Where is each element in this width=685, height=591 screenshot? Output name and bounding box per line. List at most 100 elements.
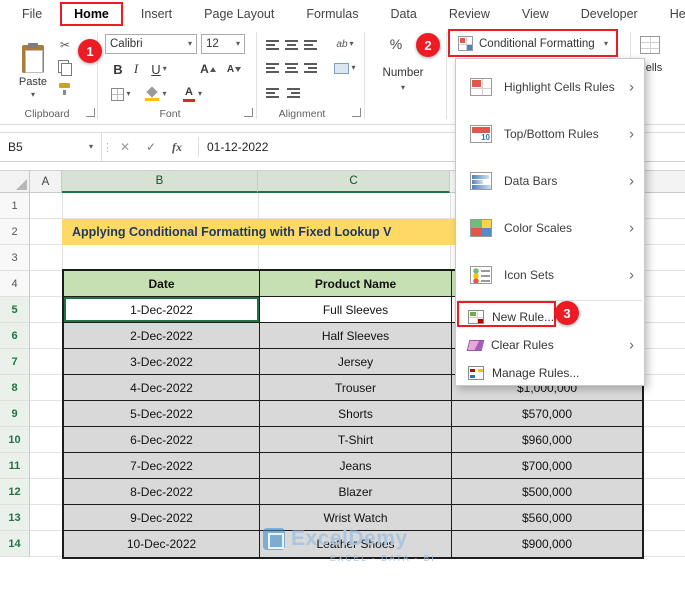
tab-view[interactable]: View bbox=[508, 2, 563, 26]
cell-product[interactable]: Blazer bbox=[260, 479, 452, 505]
cell-product[interactable]: Jersey bbox=[260, 349, 452, 375]
cell-date[interactable]: 10-Dec-2022 bbox=[64, 531, 260, 557]
tab-home[interactable]: Home bbox=[60, 1, 123, 26]
cell-date[interactable]: 8-Dec-2022 bbox=[64, 479, 260, 505]
cell-date[interactable]: 7-Dec-2022 bbox=[64, 453, 260, 479]
cell-product[interactable]: Half Sleeves bbox=[260, 323, 452, 349]
cell-date[interactable]: 5-Dec-2022 bbox=[64, 401, 260, 427]
orientation-button[interactable]: ab ▾ bbox=[334, 35, 356, 53]
underline-button[interactable]: U ▾ bbox=[146, 59, 172, 79]
row-header-12[interactable]: 12 bbox=[0, 479, 29, 505]
tab-file[interactable]: File bbox=[8, 2, 56, 26]
borders-button[interactable]: ▾ bbox=[108, 85, 134, 103]
fill-color-button[interactable]: ▾ bbox=[142, 85, 170, 103]
cell-product[interactable]: T-Shirt bbox=[260, 427, 452, 453]
row-header-5[interactable]: 5 bbox=[0, 297, 29, 323]
clipboard-dialog-launcher-icon[interactable] bbox=[86, 108, 95, 117]
row-header-2[interactable]: 2 bbox=[0, 219, 29, 245]
header-date[interactable]: Date bbox=[64, 271, 260, 297]
percent-style-button[interactable]: % bbox=[384, 34, 408, 54]
cell-product[interactable]: Trouser bbox=[260, 375, 452, 401]
copy-button[interactable] bbox=[56, 59, 74, 76]
align-middle-button[interactable] bbox=[283, 36, 299, 52]
row-header-7[interactable]: 7 bbox=[0, 349, 29, 375]
row-header-8[interactable]: 8 bbox=[0, 375, 29, 401]
alignment-dialog-launcher-icon[interactable] bbox=[352, 108, 361, 117]
cell-product[interactable]: Full Sleeves bbox=[260, 297, 452, 323]
row-header-13[interactable]: 13 bbox=[0, 505, 29, 531]
cell-date[interactable]: 4-Dec-2022 bbox=[64, 375, 260, 401]
menu-item-new-rule[interactable]: New Rule... bbox=[456, 303, 644, 331]
tab-page-layout[interactable]: Page Layout bbox=[190, 2, 288, 26]
cell-date[interactable]: 6-Dec-2022 bbox=[64, 427, 260, 453]
format-painter-button[interactable] bbox=[56, 81, 74, 97]
row-header-1[interactable]: 1 bbox=[0, 193, 29, 219]
row-header-10[interactable]: 10 bbox=[0, 427, 29, 453]
merge-center-button[interactable]: ▾ bbox=[332, 59, 358, 77]
menu-item-top-bottom-rules[interactable]: Top/Bottom Rules bbox=[456, 110, 644, 157]
row-header-4[interactable]: 4 bbox=[0, 271, 29, 297]
align-bottom-button[interactable] bbox=[302, 36, 318, 52]
insert-function-button[interactable]: fx bbox=[164, 140, 190, 155]
tab-formulas[interactable]: Formulas bbox=[292, 2, 372, 26]
paste-button[interactable]: Paste ▾ bbox=[12, 33, 54, 111]
cell-product[interactable]: Jeans bbox=[260, 453, 452, 479]
align-top-button[interactable] bbox=[264, 36, 280, 52]
align-center-button[interactable] bbox=[283, 59, 299, 75]
row-header-11[interactable]: 11 bbox=[0, 453, 29, 479]
number-format-dropdown[interactable]: ▾ bbox=[394, 83, 412, 93]
font-size-select[interactable]: 12 ▾ bbox=[201, 34, 245, 54]
cell-date[interactable]: 2-Dec-2022 bbox=[64, 323, 260, 349]
align-right-button[interactable] bbox=[302, 59, 318, 75]
cell-amount[interactable]: $560,000 bbox=[452, 505, 642, 531]
row-header-3[interactable]: 3 bbox=[0, 245, 29, 271]
menu-item-data-bars[interactable]: Data Bars bbox=[456, 157, 644, 204]
align-bottom-icon bbox=[303, 38, 317, 50]
cell-amount[interactable]: $960,000 bbox=[452, 427, 642, 453]
cell-date[interactable]: 3-Dec-2022 bbox=[64, 349, 260, 375]
increase-font-button[interactable]: A bbox=[198, 59, 218, 79]
formula-bar-value[interactable]: 01-12-2022 bbox=[207, 140, 268, 154]
cut-button[interactable]: ✂ bbox=[56, 37, 74, 53]
bold-button[interactable]: B bbox=[110, 59, 126, 79]
menu-item-clear-rules[interactable]: Clear Rules bbox=[456, 331, 644, 359]
cell-amount[interactable]: $500,000 bbox=[452, 479, 642, 505]
menu-item-manage-rules[interactable]: Manage Rules... bbox=[456, 359, 644, 387]
number-format-button[interactable]: Number bbox=[370, 65, 436, 81]
column-header-b[interactable]: B bbox=[62, 171, 258, 193]
row-header-6[interactable]: 6 bbox=[0, 323, 29, 349]
confirm-entry-button[interactable]: ✓ bbox=[138, 140, 164, 154]
tab-insert[interactable]: Insert bbox=[127, 2, 186, 26]
menu-item-highlight-cells-rules[interactable]: Highlight Cells Rules bbox=[456, 63, 644, 110]
menu-item-color-scales[interactable]: Color Scales bbox=[456, 204, 644, 251]
cell-product[interactable]: Shorts bbox=[260, 401, 452, 427]
font-name-select[interactable]: Calibri ▾ bbox=[105, 34, 197, 54]
tab-data[interactable]: Data bbox=[376, 2, 430, 26]
name-box[interactable]: B5 ▾ bbox=[0, 133, 102, 161]
tab-developer[interactable]: Developer bbox=[567, 2, 652, 26]
column-header-c[interactable]: C bbox=[258, 171, 450, 193]
conditional-formatting-button[interactable]: Conditional Formatting ▾ bbox=[452, 32, 614, 55]
watermark-tagline: EXCEL - DATA - BI bbox=[330, 553, 436, 563]
cells-button[interactable] bbox=[638, 35, 662, 55]
cell-amount[interactable]: $570,000 bbox=[452, 401, 642, 427]
row-header-14[interactable]: 14 bbox=[0, 531, 29, 557]
italic-button[interactable]: I bbox=[128, 59, 144, 79]
menu-item-icon-sets[interactable]: Icon Sets bbox=[456, 251, 644, 298]
row-header-9[interactable]: 9 bbox=[0, 401, 29, 427]
tab-help[interactable]: Help bbox=[656, 2, 685, 26]
cell-b5-selected[interactable]: 1-Dec-2022 bbox=[64, 297, 260, 323]
increase-indent-button[interactable] bbox=[285, 84, 301, 100]
cell-amount[interactable]: $900,000 bbox=[452, 531, 642, 557]
cell-amount[interactable]: $700,000 bbox=[452, 453, 642, 479]
decrease-indent-button[interactable] bbox=[264, 84, 280, 100]
cell-date[interactable]: 9-Dec-2022 bbox=[64, 505, 260, 531]
cancel-entry-button[interactable]: ✕ bbox=[112, 140, 138, 154]
tab-review[interactable]: Review bbox=[435, 2, 504, 26]
header-product-name[interactable]: Product Name bbox=[260, 271, 452, 297]
align-left-button[interactable] bbox=[264, 59, 280, 75]
decrease-font-button[interactable]: A bbox=[224, 59, 244, 79]
column-header-a[interactable]: A bbox=[30, 171, 62, 193]
select-all-corner[interactable] bbox=[0, 171, 30, 192]
font-color-button[interactable]: A ▾ bbox=[178, 84, 206, 104]
